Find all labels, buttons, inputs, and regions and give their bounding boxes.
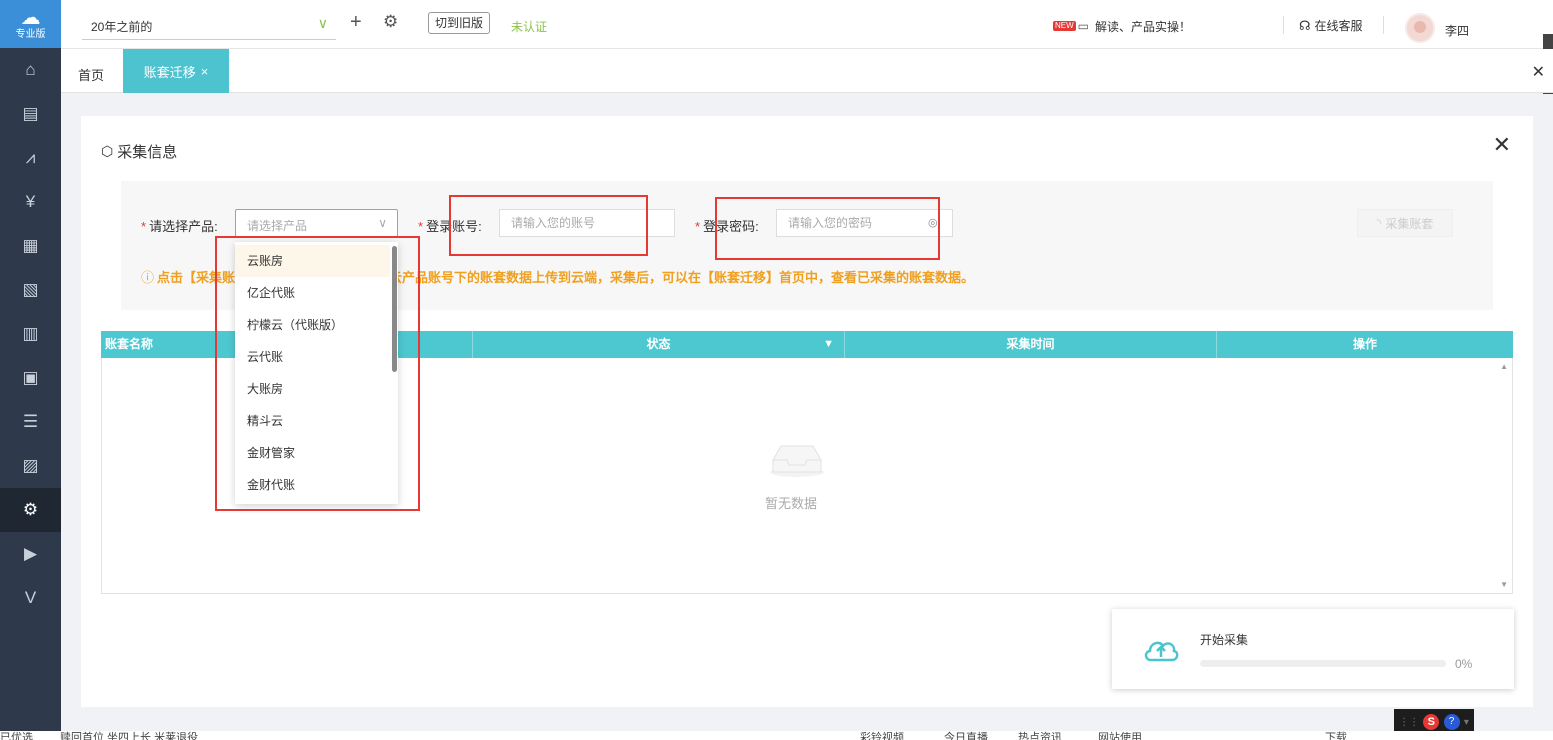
sidebar: ☁ 专业版 ⌂ ▤ ⩘ ¥ ▦ ▧ ▥ ▣ ☰ ▨ ⚙ ▶ V: [0, 0, 61, 740]
column-header[interactable]: 采集时间: [845, 331, 1217, 358]
required-marker: *: [695, 219, 701, 234]
service-label: 在线客服: [1314, 19, 1363, 33]
tax-icon[interactable]: ▨: [0, 444, 61, 488]
collect-button-label: 采集账套: [1385, 216, 1434, 231]
logo-edition-label: 专业版: [15, 29, 46, 40]
close-icon[interactable]: ✕: [1493, 134, 1511, 156]
collect-progress-toast: 开始采集 0%: [1112, 609, 1514, 689]
empty-inbox-icon: [770, 445, 824, 477]
voucher-icon[interactable]: ▤: [0, 92, 61, 136]
vip-icon[interactable]: V: [0, 576, 61, 620]
money-bag-icon[interactable]: ¥: [0, 180, 61, 224]
tab-bar: 首页 账套迁移 × ✕: [61, 49, 1553, 93]
box-icon: ⬡: [101, 143, 114, 159]
annotation-box-product-list: [215, 236, 420, 511]
cloud-plus-icon: ☁: [20, 7, 41, 29]
news-link[interactable]: NEW ▭ 解读、产品实操！: [1053, 17, 1191, 35]
taskbar-item[interactable]: 热点资讯: [1018, 732, 1062, 740]
taskbar-item[interactable]: 今日直播: [944, 732, 988, 740]
collect-account-button[interactable]: ◝ 采集账套: [1357, 209, 1453, 237]
chevron-down-icon: ∨: [317, 15, 328, 31]
scroll-down-icon[interactable]: ▼: [1500, 580, 1508, 589]
home-icon[interactable]: ⌂: [0, 48, 61, 92]
drag-handle-icon[interactable]: ⋮⋮: [1399, 717, 1419, 728]
gear-icon[interactable]: ⚙: [383, 13, 398, 31]
taskbar-item[interactable]: 彩铃视频: [860, 732, 904, 740]
required-marker: *: [141, 219, 147, 234]
panel-title: ⬡ 采集信息: [101, 141, 177, 162]
online-service-link[interactable]: ☊ 在线客服: [1299, 17, 1363, 34]
product-label: * 请选择产品:: [141, 216, 218, 235]
info-icon: ⓘ: [141, 270, 155, 285]
app-logo[interactable]: ☁ 专业版: [0, 0, 61, 48]
tab-home[interactable]: 首页: [78, 65, 104, 84]
notice-text-right: 对应云产品账号下的账套数据上传到云端，采集后，可以在【账套迁移】首页中，查看已采…: [363, 270, 975, 285]
annotation-box-account: [449, 195, 648, 256]
column-header-status[interactable]: 状态 ▼: [473, 331, 845, 358]
taskbar-item[interactable]: 赎回首位 坐四上长 米莱退役: [60, 732, 198, 740]
column-header[interactable]: 操作: [1217, 331, 1513, 358]
add-icon[interactable]: +: [350, 12, 362, 32]
product-label-text: 请选择产品:: [149, 219, 218, 234]
switch-old-version-button[interactable]: 切到旧版: [428, 12, 491, 34]
verification-status[interactable]: 未认证: [511, 18, 547, 35]
progress-bar: [1200, 660, 1446, 667]
cloud-upload-icon: [1144, 641, 1179, 662]
product-placeholder: 请选择产品: [247, 219, 308, 233]
progress-percent: 0%: [1455, 657, 1473, 671]
news-text: 解读、产品实操！: [1095, 19, 1192, 34]
sogou-icon[interactable]: S: [1423, 714, 1440, 730]
payroll-icon[interactable]: ☰: [0, 400, 61, 444]
period-value: 20年之前的: [91, 20, 153, 34]
report-icon[interactable]: ▧: [0, 268, 61, 312]
scroll-up-icon[interactable]: ▲: [1500, 362, 1508, 371]
video-icon[interactable]: ▶: [0, 532, 61, 576]
tv-icon: ▭: [1077, 19, 1090, 33]
asset-icon[interactable]: ▣: [0, 356, 61, 400]
tab-label: 账套迁移: [143, 64, 196, 80]
loading-icon: ◝: [1376, 216, 1382, 230]
help-icon[interactable]: ?: [1443, 714, 1460, 730]
top-header: 20年之前的 ∨ + ⚙ 切到旧版 未认证 NEW ▭ 解读、产品实操！ ☊ 在…: [61, 0, 1553, 49]
panel-title-text: 采集信息: [117, 144, 178, 161]
required-marker: *: [418, 219, 424, 234]
headset-icon: ☊: [1299, 17, 1311, 33]
new-badge: NEW: [1053, 21, 1076, 31]
column-header-label: 状态: [646, 337, 671, 351]
invoice-icon[interactable]: ▥: [0, 312, 61, 356]
more-icon[interactable]: ▾: [1464, 717, 1469, 728]
taskbar-item[interactable]: 下载: [1325, 732, 1347, 740]
ledger-icon[interactable]: ▦: [0, 224, 61, 268]
username[interactable]: 李四: [1445, 22, 1469, 39]
product-select[interactable]: 请选择产品 ∨: [235, 209, 398, 237]
header-divider: [1383, 16, 1384, 34]
empty-text: 暂无数据: [765, 496, 818, 511]
avatar[interactable]: [1405, 13, 1435, 43]
settings-icon[interactable]: ⚙: [0, 488, 61, 532]
close-all-tabs-icon[interactable]: ✕: [1532, 62, 1545, 82]
header-divider: [1283, 16, 1284, 34]
toast-title: 开始采集: [1200, 633, 1249, 647]
chevron-down-icon: ∨: [378, 216, 387, 230]
system-taskbar: 已优选 赎回首位 坐四上长 米莱退役 彩铃视频 今日直播 热点资讯 网站使用 下…: [0, 731, 1553, 740]
period-select[interactable]: 20年之前的 ∨: [82, 8, 336, 40]
annotation-box-password: [715, 197, 940, 260]
taskbar-item[interactable]: 已优选: [0, 732, 33, 740]
chart-icon[interactable]: ⩘: [0, 136, 61, 180]
filter-icon[interactable]: ▼: [823, 331, 834, 358]
tab-account-migration[interactable]: 账套迁移 ×: [123, 49, 229, 93]
close-icon[interactable]: ×: [201, 64, 209, 79]
taskbar-item[interactable]: 网站使用: [1098, 732, 1142, 740]
